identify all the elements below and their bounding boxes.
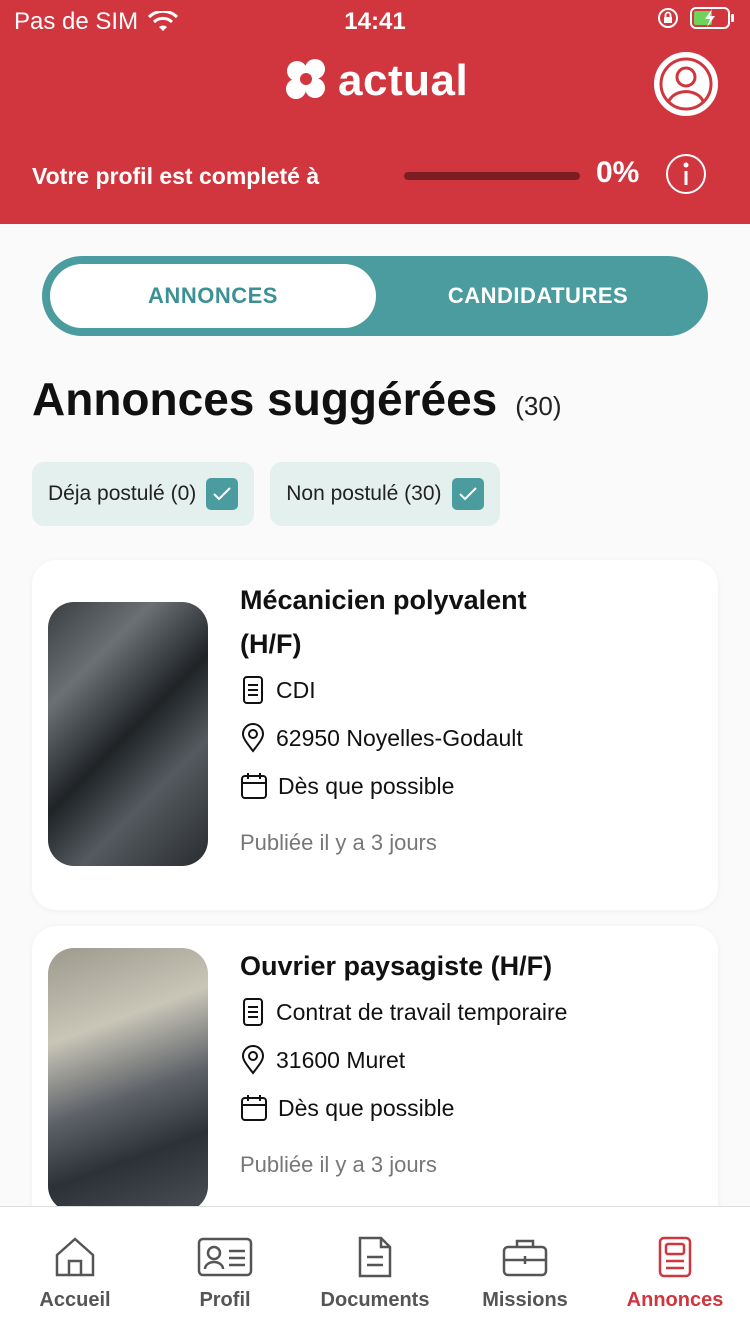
main-content[interactable]: ANNONCES CANDIDATURES Annonces suggérées… [0,224,750,1206]
job-location-label: 62950 Noyelles-Godault [276,724,523,751]
briefcase-icon [502,1239,548,1277]
contract-icon [243,676,263,704]
nav-label: Profil [199,1289,251,1311]
job-contract: CDI [240,666,694,714]
nav-missions[interactable]: Missions [450,1207,600,1334]
section-header: Annonces suggérées (30) [32,372,562,426]
nav-label: Annonces [626,1289,724,1311]
nav-accueil[interactable]: Accueil [0,1207,150,1334]
home-icon [55,1237,95,1277]
status-bar: Pas de SIM 14:41 [0,0,750,40]
info-icon [683,162,689,185]
job-contract: Contrat de travail temporaire [240,988,694,1036]
job-published-date: Publiée il y a 3 jours [240,1152,437,1177]
document-icon [358,1236,392,1278]
id-card-icon [197,1237,253,1277]
job-title-line: (H/F) [240,629,302,659]
job-location: 31600 Muret [240,1036,694,1084]
bottom-navigation: Accueil Profil Documents Missions Annonc… [0,1206,750,1334]
profile-completion: Votre profil est completé à 0% [32,154,710,196]
filter-not-applied[interactable]: Non postulé (30) [270,462,500,526]
calendar-icon [241,773,267,799]
brand-name: actual [338,56,469,105]
job-card[interactable]: Mécanicien polyvalent (H/F) CDI 62950 No… [32,560,718,910]
job-contract-label: CDI [276,676,316,703]
job-card[interactable]: Ouvrier paysagiste (H/F) Contrat de trav… [32,926,718,1206]
page-title: Annonces suggérées [32,373,498,425]
job-start: Dès que possible [240,762,694,810]
profile-progress-bar [404,172,580,180]
tab-candidatures[interactable]: CANDIDATURES [376,264,700,328]
nav-label: Documents [320,1289,430,1311]
clock: 14:41 [344,8,406,35]
brand-logo: actual [284,56,468,106]
filter-already-applied[interactable]: Déja postulé (0) [32,462,255,526]
location-pin-icon [241,723,265,753]
job-start: Dès que possible [240,1084,694,1132]
annonces-icon [658,1236,692,1278]
job-location: 62950 Noyelles-Godault [240,714,694,762]
job-title-line: Mécanicien polyvalent [240,585,527,615]
nav-documents[interactable]: Documents [300,1207,450,1334]
job-published-date: Publiée il y a 3 jours [240,830,437,855]
profile-percent: 0% [596,156,640,189]
job-contract-label: Contrat de travail temporaire [276,998,568,1025]
job-title: Mécanicien polyvalent (H/F) [240,578,694,666]
job-title: Ouvrier paysagiste (H/F) [240,951,553,981]
filter-label: Déja postulé (0) [48,482,197,505]
battery-icon [690,7,734,29]
nav-profil[interactable]: Profil [150,1207,300,1334]
nav-label: Missions [482,1289,568,1311]
filter-chips: Déja postulé (0) Non postulé (30) [32,462,500,526]
results-count: (30) [515,391,562,421]
clover-logo-icon [286,59,325,99]
tab-annonces[interactable]: ANNONCES [50,264,376,328]
rotation-lock-icon [658,8,678,28]
landscaper-photo [48,948,208,1206]
nav-label: Accueil [39,1289,111,1311]
nav-annonces[interactable]: Annonces [600,1207,750,1334]
checkbox-checked-icon[interactable] [206,478,239,510]
profile-completion-label: Votre profil est completé à [32,162,320,189]
filter-label: Non postulé (30) [286,482,442,505]
location-pin-icon [241,1045,265,1075]
job-start-label: Dès que possible [278,772,455,799]
info-button[interactable] [666,154,706,194]
user-avatar-button[interactable] [654,52,718,116]
job-start-label: Dès que possible [278,1094,455,1121]
user-icon [659,57,713,111]
segmented-tabs: ANNONCES CANDIDATURES [42,256,708,336]
job-location-label: 31600 Muret [276,1046,406,1073]
mechanic-photo [48,602,208,866]
checkbox-checked-icon[interactable] [451,478,484,510]
calendar-icon [241,1095,267,1121]
contract-icon [243,998,263,1026]
app-header: actual Votre profil est completé à 0% [0,40,750,224]
